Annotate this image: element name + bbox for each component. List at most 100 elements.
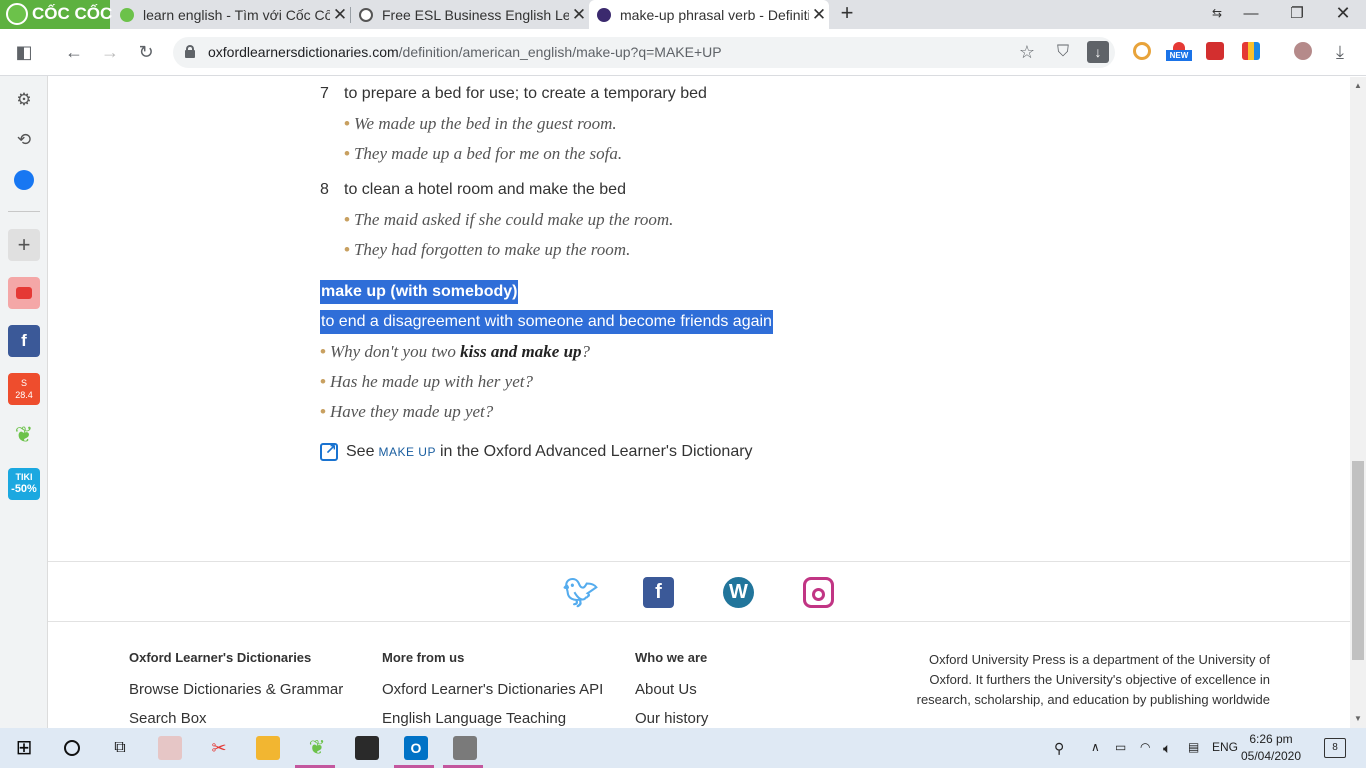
shopee-icon[interactable]: S 28.4 <box>8 373 40 405</box>
wordpress-icon[interactable]: W <box>723 577 754 608</box>
example: • Why don't you two kiss and make up? <box>320 342 591 361</box>
shield-icon[interactable]: ⛉ <box>1051 40 1075 64</box>
url-text[interactable]: oxfordlearnersdictionaries.com/definitio… <box>208 44 722 60</box>
sidebar-divider <box>8 211 40 212</box>
scroll-down-icon[interactable]: ▼ <box>1350 714 1366 723</box>
extension-red-icon[interactable] <box>1206 42 1224 60</box>
tiki-label: TIKI <box>15 472 33 482</box>
example: • We made up the bed in the guest room. <box>344 114 617 133</box>
footer-link-elt[interactable]: English Language Teaching <box>382 710 566 727</box>
example: • The maid asked if she could make up the… <box>344 210 674 229</box>
show-hidden-icons[interactable]: ∧ <box>1091 740 1100 754</box>
add-shortcut-icon[interactable]: + <box>8 229 40 261</box>
tab-close-icon[interactable]: ✕ <box>569 5 589 25</box>
search-icon[interactable] <box>60 736 84 760</box>
close-window-button[interactable]: ✕ <box>1320 0 1366 29</box>
tab-close-icon[interactable]: ✕ <box>330 5 350 25</box>
footer-link-about[interactable]: About Us <box>635 681 697 698</box>
see-also-suffix: in the Oxford Advanced Learner's Diction… <box>439 443 753 460</box>
battery-icon[interactable]: ▭ <box>1115 740 1126 754</box>
sidebar-toggle-icon[interactable]: ◧ <box>12 40 36 64</box>
wifi-icon[interactable]: ◠ <box>1140 740 1150 754</box>
minimize-button[interactable]: — <box>1228 0 1274 29</box>
sense-7: 7 to prepare a bed for use; to create a t… <box>320 85 707 103</box>
keyboard-icon[interactable]: ▤ <box>1188 740 1199 754</box>
coccoc-logo[interactable]: CỐC CỐC <box>6 3 112 25</box>
footer-link-browse[interactable]: Browse Dictionaries & Grammar <box>129 681 343 698</box>
facebook-shortcut-icon[interactable]: f <box>8 325 40 357</box>
language-indicator[interactable]: ENG <box>1212 740 1238 754</box>
reload-button[interactable]: ↻ <box>134 40 158 64</box>
new-badge-hat <box>1173 42 1185 50</box>
tab-learn-english[interactable]: learn english - Tìm với Cốc Cốc ✕ <box>112 0 350 29</box>
new-tab-button[interactable]: + <box>836 2 858 26</box>
sense-definition: to prepare a bed for use; to create a te… <box>344 85 707 102</box>
example: • Has he made up with her yet? <box>320 372 533 391</box>
facebook-icon[interactable]: f <box>643 577 674 608</box>
tab-title: make-up phrasal verb - Definition <box>620 6 809 23</box>
tab-make-up-definition[interactable]: make-up phrasal verb - Definition ✕ <box>589 0 829 29</box>
tiki-icon[interactable]: TIKI -50% <box>8 468 40 500</box>
address-bar[interactable]: oxfordlearnersdictionaries.com/definitio… <box>173 37 1115 68</box>
tab-title: Free ESL Business English Lessons <box>382 6 569 23</box>
clock-date: 05/04/2020 <box>1240 749 1302 763</box>
settings-gear-icon[interactable]: ⚙ <box>8 84 40 116</box>
lock-icon[interactable] <box>185 45 195 58</box>
volume-icon[interactable]: 🔈︎ <box>1163 740 1171 757</box>
tab-business-english[interactable]: Free ESL Business English Lessons ✕ <box>351 0 589 29</box>
messenger-icon[interactable] <box>8 164 40 196</box>
oup-description: Oxford University Press is a department … <box>916 652 1270 707</box>
bookmark-star-icon[interactable]: ☆ <box>1015 40 1039 64</box>
coccoc-favicon-icon <box>120 7 134 22</box>
outlook-icon[interactable]: O <box>404 736 428 760</box>
history-icon[interactable]: ⟲ <box>8 124 40 156</box>
phrase-definition[interactable]: to end a disagreement with someone and b… <box>320 310 773 334</box>
task-view-icon[interactable]: ⧉ <box>108 736 132 760</box>
restore-button[interactable]: ❐ <box>1274 0 1320 29</box>
app-settings-icon[interactable] <box>453 736 477 760</box>
footer-link-search-box[interactable]: Search Box <box>129 710 207 727</box>
download-icon[interactable]: ↓ <box>1087 41 1109 63</box>
tab-close-icon[interactable]: ✕ <box>809 5 829 25</box>
sense-8: 8 to clean a hotel room and make the bed <box>320 181 626 199</box>
footer-link-history[interactable]: Our history <box>635 710 708 727</box>
coccoc-taskbar-icon[interactable]: ❦ <box>305 736 329 760</box>
tab-strip: CỐC CỐC learn english - Tìm với Cốc Cốc … <box>0 0 1366 29</box>
see-also-target[interactable]: make up <box>378 445 436 459</box>
download-arrow-icon[interactable]: ⤓ <box>1328 40 1352 64</box>
phrase-headword[interactable]: make up (with somebody) <box>320 280 519 304</box>
app-snipping-icon[interactable]: ✂ <box>207 736 231 760</box>
clock-time: 6:26 pm <box>1249 732 1293 746</box>
browser-toolbar: ◧ ← → ↻ oxfordlearnersdictionaries.com/d… <box>0 29 1366 76</box>
new-badge: NEW <box>1166 50 1192 61</box>
oxford-favicon-icon <box>597 7 611 22</box>
external-link-icon <box>320 441 338 461</box>
notification-count: 8 <box>1332 742 1338 753</box>
action-center-icon[interactable]: 8 <box>1324 738 1346 758</box>
scroll-up-icon[interactable]: ▲ <box>1350 81 1366 90</box>
app-paint-icon[interactable] <box>158 736 182 760</box>
scroll-thumb[interactable] <box>1352 461 1364 660</box>
sticky-notes-icon[interactable] <box>355 736 379 760</box>
instagram-icon[interactable] <box>803 577 834 608</box>
clock[interactable]: 6:26 pm 05/04/2020 <box>1240 731 1302 765</box>
youtube-icon[interactable] <box>8 277 40 309</box>
twitter-icon[interactable]: 🐦︎ <box>563 577 599 608</box>
windows-start-icon[interactable]: ⊞ <box>12 736 36 760</box>
extension-savior-icon[interactable] <box>1133 42 1151 60</box>
people-icon[interactable]: ⚲ <box>1054 740 1064 757</box>
back-button[interactable]: ← <box>62 40 86 64</box>
coccoc-shortcut-icon[interactable]: ❦ <box>8 419 40 451</box>
extension-new-icon[interactable]: NEW <box>1166 42 1192 61</box>
profile-avatar[interactable] <box>1294 42 1312 60</box>
tab-title: learn english - Tìm với Cốc Cốc <box>143 6 330 23</box>
footer-heading-more: More from us <box>382 650 465 665</box>
page-scrollbar[interactable]: ▲ ▼ <box>1350 77 1366 728</box>
footer-link-api[interactable]: Oxford Learner's Dictionaries API <box>382 681 603 698</box>
extension-color-icon[interactable] <box>1242 42 1260 60</box>
tiki-discount: -50% <box>11 483 37 495</box>
see-also-link[interactable]: See make up in the Oxford Advanced Learn… <box>320 441 753 461</box>
forward-button[interactable]: → <box>98 40 122 64</box>
sense-definition: to clean a hotel room and make the bed <box>344 181 626 198</box>
file-explorer-icon[interactable] <box>256 736 280 760</box>
